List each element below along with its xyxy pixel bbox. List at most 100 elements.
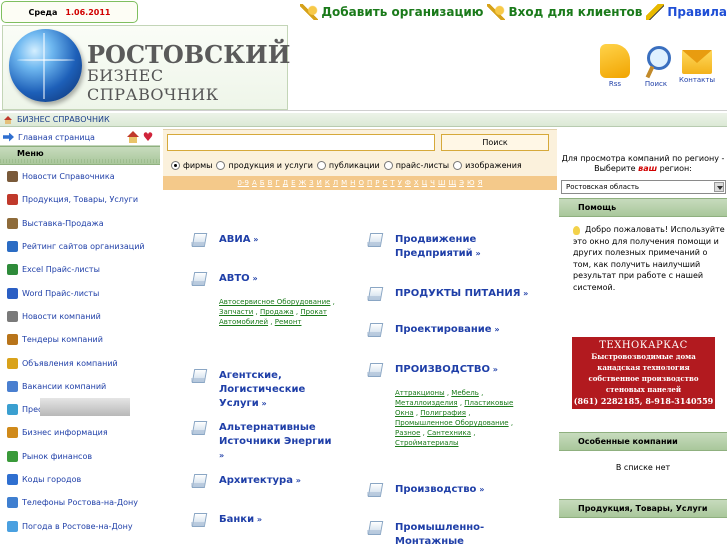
subcategory-link[interactable]: Запчасти (219, 308, 253, 316)
alphabet-letter[interactable]: Ж (298, 179, 308, 187)
alphabet-letter[interactable]: У (397, 179, 403, 187)
alphabet-letter[interactable]: Б (259, 179, 266, 187)
search-type-option[interactable]: публикации (316, 160, 380, 170)
product-image[interactable] (40, 398, 130, 416)
sidebar-item[interactable]: Новости компаний (0, 305, 160, 328)
alphabet-letter[interactable]: М (340, 179, 348, 187)
sidebar-item[interactable]: Погода в Ростове-на-Дону (0, 514, 160, 537)
radio-button[interactable] (216, 160, 226, 170)
breadcrumb-label[interactable]: БИЗНЕС СПРАВОЧНИК (17, 115, 110, 124)
radio-button[interactable] (316, 160, 326, 170)
radio-button[interactable] (171, 160, 180, 170)
sidebar-item[interactable]: Вакансии компаний (0, 375, 160, 398)
subcategory-link[interactable]: Металлоизделия (395, 399, 458, 407)
subcategory-link[interactable]: Мебель (451, 389, 479, 397)
category-link[interactable]: Производство (395, 483, 530, 497)
sidebar-item[interactable]: Word Прайс-листы (0, 281, 160, 304)
search-type-option[interactable]: изображения (453, 160, 522, 170)
home-icon[interactable] (127, 131, 139, 143)
category-link[interactable]: ПРОДУКТЫ ПИТАНИЯ (395, 287, 530, 301)
alphabet-letter[interactable]: Ф (404, 179, 412, 187)
search-type-option[interactable]: продукция и услуги (216, 160, 313, 170)
alphabet-letter[interactable]: Ц (421, 179, 428, 187)
subcategory-link[interactable]: Стройматериалы (395, 439, 458, 447)
subcategory-link[interactable]: Сантехника (427, 429, 471, 437)
alphabet-letter[interactable]: Н (349, 179, 356, 187)
key-icon (487, 4, 506, 20)
category-link[interactable]: Архитектура (219, 474, 337, 488)
alphabet-letter[interactable]: Ч (429, 179, 436, 187)
alphabet-letter[interactable]: Г (274, 179, 280, 187)
home-icon (4, 115, 12, 124)
search-input[interactable] (167, 133, 435, 151)
alphabet-letter[interactable]: Р (374, 179, 380, 187)
category-link[interactable]: Промышленно-Монтажные Предприятия (395, 521, 530, 545)
alphabet-letter[interactable]: С (381, 179, 388, 187)
sidebar-item[interactable]: Тендеры компаний (0, 328, 160, 351)
alphabet-letter[interactable]: Л (332, 179, 339, 187)
region-select[interactable]: Ростовская область (561, 180, 726, 194)
category-link[interactable]: ПРОИЗВОДСТВО (395, 363, 530, 377)
category-link[interactable]: Альтернативные Источники Энергии (219, 421, 337, 463)
heart-icon[interactable]: ♥ (142, 131, 154, 143)
radio-button[interactable] (383, 160, 393, 170)
sidebar-item[interactable]: Excel Прайс-листы (0, 258, 160, 281)
sidebar-item[interactable]: Выставка-Продажа (0, 212, 160, 235)
home-link[interactable]: Главная страница ♥ (0, 129, 160, 146)
search-link[interactable]: Поиск (639, 44, 673, 88)
radio-button[interactable] (453, 160, 463, 170)
alphabet-letter[interactable]: Ю (466, 179, 476, 187)
sidebar-item[interactable]: Коды городов (0, 468, 160, 491)
site-logo[interactable]: РОСТОВСКИЙ БИЗНЕС СПРАВОЧНИК (2, 25, 290, 110)
subcategory-link[interactable]: Полиграфия (420, 409, 466, 417)
add-organization-link[interactable]: Добавить организацию (300, 4, 483, 20)
alphabet-letter[interactable]: Э (458, 179, 465, 187)
contacts-link[interactable]: Контакты (679, 44, 715, 88)
alphabet-letter[interactable]: Ш (437, 179, 447, 187)
subcategory-link[interactable]: Промышленное Оборудование (395, 419, 509, 427)
category-link[interactable]: Банки (219, 513, 337, 527)
search-button[interactable]: Поиск (441, 133, 549, 151)
sidebar-item[interactable]: Продукция, Товары, Услуги (0, 188, 160, 211)
rss-link[interactable]: Rss (598, 44, 632, 88)
sidebar-item[interactable]: Телефоны Ростова-на-Дону (0, 491, 160, 514)
sidebar-item[interactable]: Объявления компаний (0, 351, 160, 374)
alphabet-letter[interactable]: Щ (447, 179, 457, 187)
subcategory-link[interactable]: Ремонт (275, 318, 302, 326)
alphabet-letter[interactable]: Т (389, 179, 395, 187)
search-type-option[interactable]: фирмы (171, 160, 212, 170)
alphabet-letter[interactable]: Д (282, 179, 289, 187)
chevron-down-icon[interactable] (714, 182, 724, 192)
alphabet-letter[interactable]: 0-9 (237, 179, 250, 187)
sidebar-item[interactable]: Бизнес информация (0, 421, 160, 444)
alphabet-letter[interactable]: И (316, 179, 323, 187)
subcategory-link[interactable]: Разное (395, 429, 420, 437)
subcategory-link[interactable]: Автосервисное Оборудование (219, 298, 330, 306)
subcategory-link[interactable]: Аттракционы (395, 389, 445, 397)
alphabet-letter[interactable]: З (308, 179, 315, 187)
client-login-link[interactable]: Вход для клиентов (487, 4, 642, 20)
technokarkas-banner[interactable]: ТЕХНОКАРКАС Быстровозводимые дома канадс… (572, 337, 715, 409)
alphabet-letter[interactable]: К (324, 179, 331, 187)
category-link[interactable]: АВТО (219, 272, 337, 286)
rules-link[interactable]: Правила (646, 4, 727, 20)
category-link[interactable]: АВИА (219, 233, 337, 247)
alphabet-letter[interactable]: Е (290, 179, 296, 187)
sidebar-item[interactable]: Рынок финансов (0, 445, 160, 468)
sidebar-item[interactable]: Рейтинг сайтов организаций (0, 235, 160, 258)
alphabet-letter[interactable]: П (366, 179, 373, 187)
alphabet-letter[interactable]: О (357, 179, 365, 187)
category-link[interactable]: Проектирование (395, 323, 530, 337)
category-link[interactable]: Продвижение Предприятий (395, 233, 530, 261)
subcategory-link[interactable]: Продажа (260, 308, 294, 316)
alphabet-letter[interactable]: А (251, 179, 258, 187)
search-type-option[interactable]: прайс-листы (383, 160, 449, 170)
menu-item-icon (7, 404, 18, 416)
category-link[interactable]: Агентские, Логистические Услуги (219, 369, 337, 411)
date-box: Среда 1.06.2011 (1, 1, 138, 23)
sidebar-item[interactable]: Новости Справочника (0, 165, 160, 188)
alphabet-letter[interactable]: В (267, 179, 274, 187)
alphabet-letter[interactable]: Я (477, 179, 484, 187)
category-item: АВТО Автосервисное Оборудование , Запчаст… (191, 272, 351, 327)
alphabet-letter[interactable]: Х (413, 179, 420, 187)
